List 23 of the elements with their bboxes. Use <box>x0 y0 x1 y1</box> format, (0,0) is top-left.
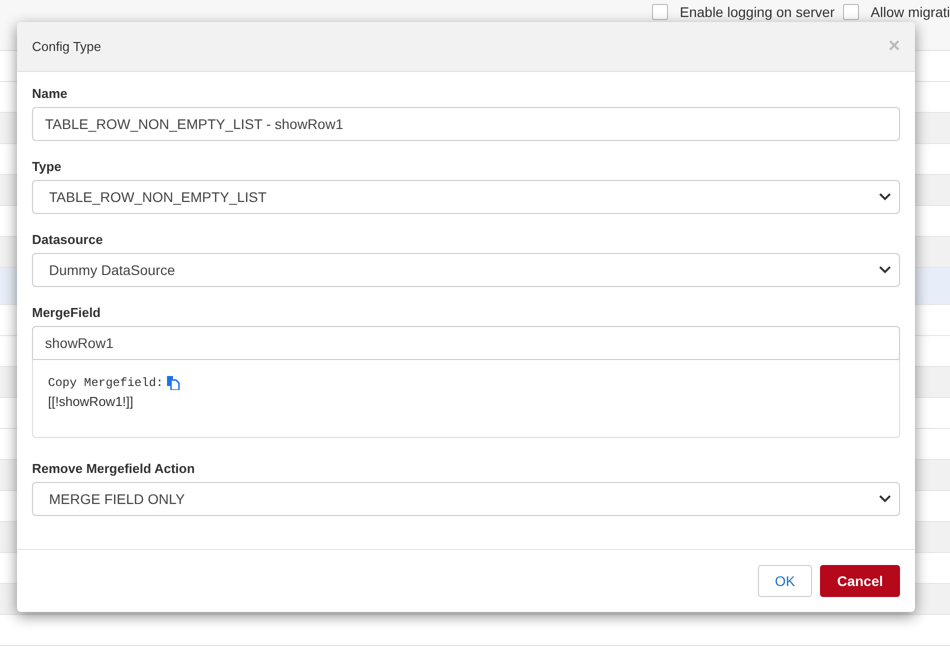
dropdown[interactable]: TABLE_ROW_NON_EMPTY_LIST <box>32 180 900 214</box>
field-label: Name <box>32 86 68 101</box>
field-label: MergeField <box>32 305 102 320</box>
checkbox[interactable] <box>652 4 668 20</box>
field-label: Remove Mergefield Action <box>32 461 196 476</box>
field-label: Datasource <box>32 232 104 247</box>
checkbox-label: Allow migrati <box>870 4 950 20</box>
text-field[interactable]: showRow1 <box>32 326 900 360</box>
text-field[interactable]: TABLE_ROW_NON_EMPTY_LIST - showRow1 <box>32 107 900 141</box>
ok-button[interactable]: OK <box>758 565 812 597</box>
dialog-title: Config Type <box>32 39 102 54</box>
chevron-down-icon <box>879 495 891 503</box>
mergefield-snippet: [[!showRow1!]] <box>48 394 134 409</box>
dropdown[interactable]: Dummy DataSource <box>32 253 900 287</box>
cancel-button[interactable]: Cancel <box>820 565 900 597</box>
dropdown[interactable]: MERGE FIELD ONLY <box>32 482 900 516</box>
checkbox[interactable] <box>842 4 859 20</box>
copy-icon[interactable] <box>166 376 180 390</box>
checkbox-label: Enable logging on server <box>680 4 835 20</box>
field-label: Type <box>32 159 62 174</box>
chevron-down-icon <box>879 266 891 274</box>
chevron-down-icon <box>879 193 891 201</box>
copy-label: Copy Mergefield: <box>48 376 164 390</box>
